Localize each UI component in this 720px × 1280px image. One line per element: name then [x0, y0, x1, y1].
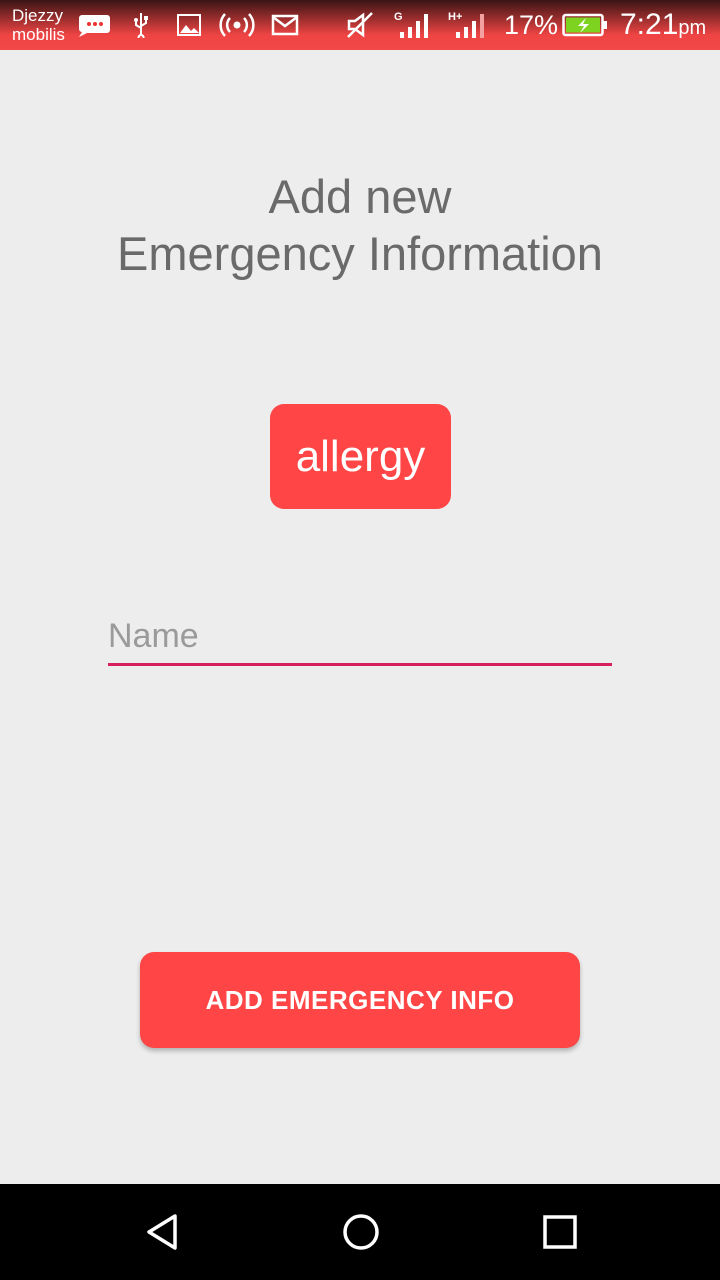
- home-icon: [343, 1214, 379, 1250]
- message-icon: [76, 10, 112, 40]
- battery-charging-icon: [562, 10, 608, 40]
- navigation-bar: [0, 1184, 720, 1280]
- page-title: Add new Emergency Information: [0, 168, 720, 282]
- battery-percent: 17%: [504, 10, 559, 40]
- title-line1: Add new: [268, 170, 452, 223]
- home-button[interactable]: [313, 1184, 409, 1280]
- clock: 7:21pm: [620, 8, 706, 42]
- svg-text:G: G: [394, 11, 403, 23]
- clock-time: 7:21: [620, 8, 679, 41]
- mail-icon: [270, 10, 300, 40]
- back-icon: [147, 1214, 177, 1250]
- back-button[interactable]: [115, 1184, 211, 1280]
- title-line2: Emergency Information: [117, 227, 603, 280]
- signal-icon: G: [394, 10, 432, 40]
- usb-icon: [128, 10, 154, 40]
- add-emergency-info-button[interactable]: ADD EMERGENCY INFO: [140, 952, 580, 1048]
- image-icon: [174, 10, 204, 40]
- carrier-name: Djezzy mobilis: [12, 6, 65, 44]
- clock-suffix: pm: [678, 17, 707, 39]
- hotspot-icon: [218, 10, 256, 40]
- name-input[interactable]: [108, 610, 612, 666]
- signal-icon: H+: [448, 10, 488, 40]
- svg-text:H+: H+: [448, 11, 462, 23]
- recents-icon: [543, 1215, 577, 1249]
- mute-icon: [344, 10, 376, 40]
- status-bar: Djezzy mobilis G H+ 17% 7:21pm: [0, 0, 720, 50]
- carrier-line2: mobilis: [12, 25, 65, 44]
- carrier-line1: Djezzy: [12, 6, 64, 25]
- recents-button[interactable]: [512, 1184, 608, 1280]
- category-chip[interactable]: allergy: [270, 404, 451, 509]
